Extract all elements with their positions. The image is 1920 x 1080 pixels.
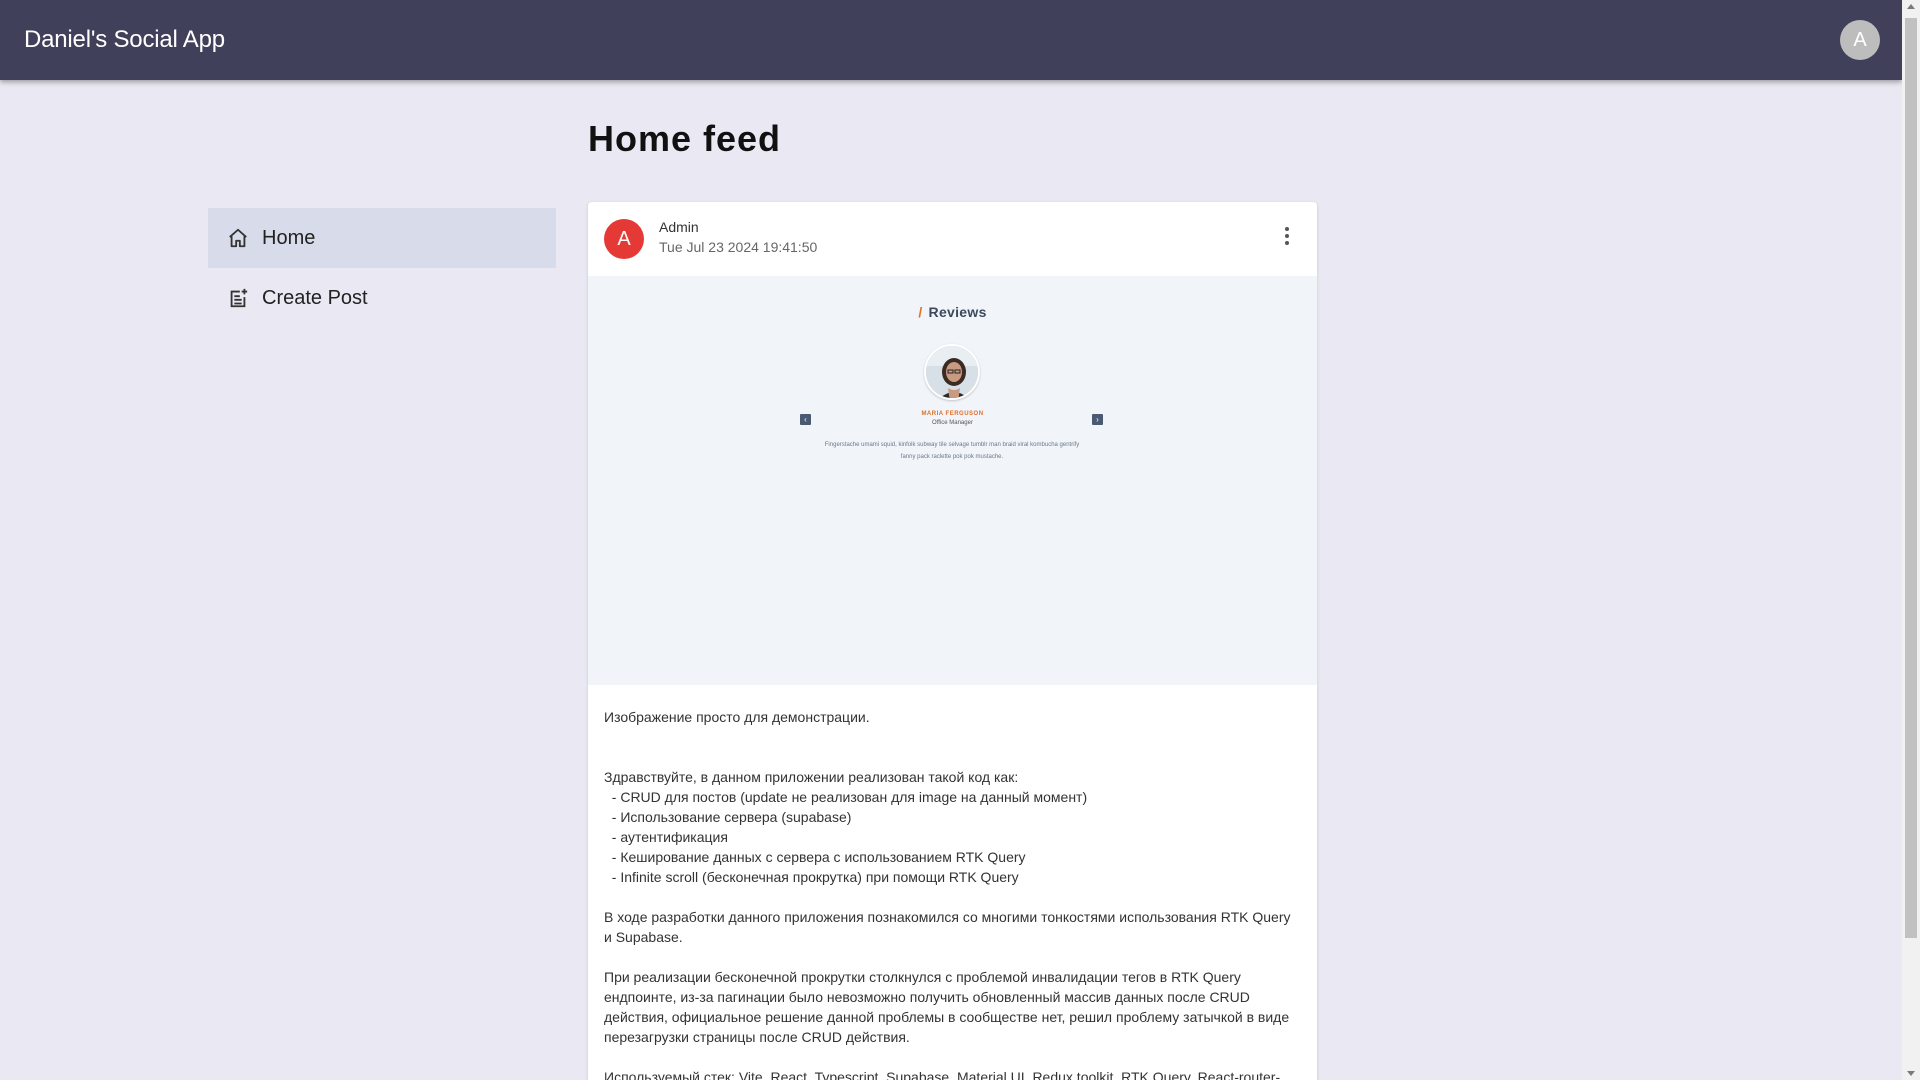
reviewer-photo: [924, 344, 980, 400]
sidebar-item-label: Create Post: [262, 286, 368, 309]
reviews-heading-text: Reviews: [928, 304, 987, 320]
review-quote: Fingerstache umami squid, kinfolk subway…: [824, 442, 1080, 460]
sidebar-item-label: Home: [262, 226, 316, 249]
scroll-up-arrow-icon[interactable]: [1907, 4, 1915, 9]
chevron-right-icon: ›: [1092, 414, 1103, 425]
scroll-down-arrow-icon[interactable]: [1907, 1071, 1915, 1076]
author-avatar: A: [604, 219, 644, 259]
account-avatar[interactable]: A: [1840, 20, 1880, 60]
post-body: Изображение просто для демонстрации. Здр…: [604, 709, 1291, 1080]
page-scrollbar[interactable]: [1902, 0, 1920, 1080]
reviews-heading: / Reviews: [588, 304, 1317, 320]
post-header: A Admin Tue Jul 23 2024 19:41:50: [588, 202, 1317, 276]
post-add-icon: [226, 286, 250, 310]
page-title: Home feed: [588, 118, 782, 159]
scrollbar-thumb[interactable]: [1905, 18, 1917, 938]
home-icon: [226, 226, 250, 250]
post-date: Tue Jul 23 2024 19:41:50: [659, 239, 818, 255]
sidebar-item-home[interactable]: Home: [208, 208, 556, 268]
reviewer-role: Office Manager: [932, 420, 973, 426]
reviewer-name: MARIA FERGUSON: [921, 411, 984, 417]
more-options-icon[interactable]: [1275, 224, 1299, 248]
sidebar-item-create-post[interactable]: Create Post: [208, 268, 556, 328]
chevron-left-icon: ‹: [800, 414, 811, 425]
post-image: / Reviews MARIA FERGUSON Office Manager ‹…: [588, 276, 1317, 685]
post-author: Admin: [659, 219, 699, 235]
post-card: A Admin Tue Jul 23 2024 19:41:50 / Review…: [588, 202, 1317, 1080]
app-title[interactable]: Daniel's Social App: [24, 26, 225, 54]
app-bar: Daniel's Social App A: [0, 0, 1902, 80]
sidebar-nav: Home Create Post: [208, 208, 556, 328]
reviews-heading-slash: /: [918, 304, 923, 320]
